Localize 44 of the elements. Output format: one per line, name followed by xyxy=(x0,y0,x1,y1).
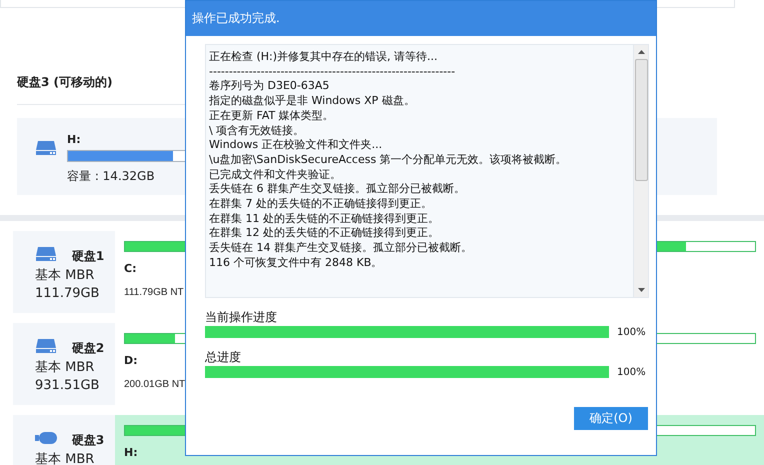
ok-button[interactable]: 确定(O) xyxy=(574,407,648,430)
progress-percent: 100% xyxy=(617,366,646,378)
log-line: 丢失链在 6 群集产生交叉链接。孤立部分已被截断。 xyxy=(209,182,466,198)
log-line: -------------------------------------------------------------- xyxy=(209,64,456,80)
log-line: 在群集 12 处的丢失链的不正确链接得到更正。 xyxy=(209,226,440,242)
drive-label: H: xyxy=(67,132,81,148)
partition-info: 111.79GB NT xyxy=(124,287,184,298)
drive-label: D: xyxy=(124,354,138,367)
progress-label: 当前操作进度 xyxy=(205,310,278,325)
scroll-up-icon[interactable] xyxy=(638,50,644,54)
hard-drive-icon xyxy=(35,338,57,354)
progress-percent: 100% xyxy=(617,326,646,338)
scroll-down-icon[interactable] xyxy=(638,288,644,292)
log-line: 卷序列号为 D3E0-63A5 xyxy=(209,79,330,94)
progress-label: 总进度 xyxy=(205,350,242,365)
log-line: 正在更新 FAT 媒体类型。 xyxy=(209,108,335,124)
scrollbar[interactable] xyxy=(633,45,648,297)
disk-name: 硬盘2 xyxy=(72,340,106,357)
disk-size: 931.51GB xyxy=(35,377,100,395)
log-line: \u盘加密\SanDiskSecureAccess 第一个分配单元无效。该项将被截断。 xyxy=(209,152,568,168)
log-line: \ 项含有无效链接。 xyxy=(209,124,306,138)
dialog-title: 操作已成功完成. xyxy=(186,1,656,36)
disk-name: 硬盘1 xyxy=(72,248,106,265)
drive-label: H: xyxy=(124,446,138,459)
log-line: 在群集 11 处的丢失链的不正确链接得到更正。 xyxy=(209,212,440,226)
capacity-text: 容量 : 14.32GB xyxy=(67,168,155,185)
log-line: 已完成文件和文件夹验证。 xyxy=(209,168,342,182)
disk-type: 基本 MBR xyxy=(35,267,96,285)
log-line: 指定的磁盘似乎是非 Windows XP 磁盘。 xyxy=(209,94,416,109)
hard-drive-icon xyxy=(35,246,57,262)
log-line: 在群集 7 处的丢失链的不正确链接得到更正。 xyxy=(209,197,433,212)
disk-type: 基本 MBR xyxy=(35,451,96,465)
partition-info: 200.01GB NT xyxy=(124,379,186,390)
hard-drive-icon xyxy=(35,140,57,156)
disk-name: 硬盘3 xyxy=(72,432,106,449)
disk-size: 111.79GB xyxy=(35,285,100,303)
disk-type: 基本 MBR xyxy=(35,359,96,377)
usb-drive-icon xyxy=(35,430,57,446)
log-line: 丢失链在 14 群集产生交叉链接。孤立部分已被截断。 xyxy=(209,241,473,256)
drive-label: C: xyxy=(124,262,136,275)
log-line: Windows 正在校验文件和文件夹... xyxy=(209,138,384,153)
section-title: 硬盘3 (可移动的) xyxy=(17,74,112,90)
log-line: 正在检查 (H:)并修复其中存在的错误, 请等待... xyxy=(209,50,439,65)
log-line: 116 个可恢复文件中有 2848 KB。 xyxy=(209,256,384,271)
